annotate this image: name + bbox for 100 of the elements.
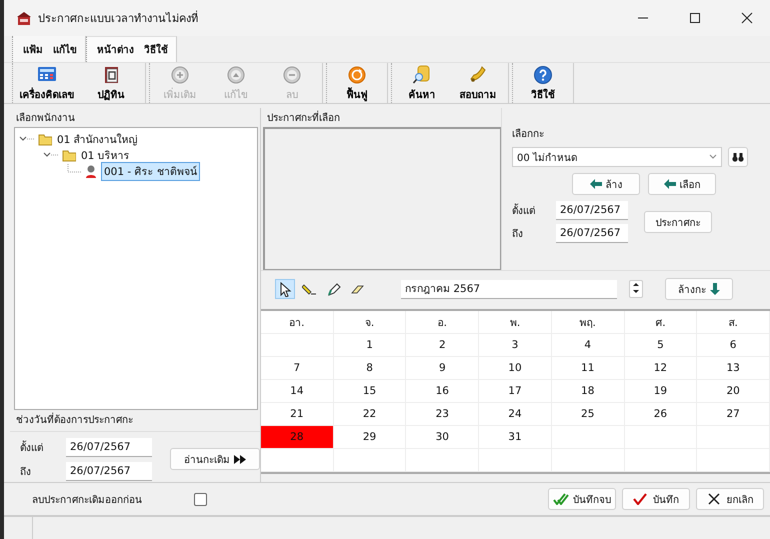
calendar-day[interactable]: 10 bbox=[479, 357, 552, 380]
field-label: ตั้งแต่ bbox=[20, 440, 44, 454]
panel-title: ประกาศกะที่เลือก bbox=[261, 108, 501, 127]
calendar-day[interactable]: 22 bbox=[334, 403, 406, 426]
tree-item[interactable]: 01 สำนักงานใหญ่ bbox=[55, 130, 140, 148]
date-field[interactable]: 26/07/2567 bbox=[66, 462, 152, 480]
help-icon bbox=[533, 64, 553, 84]
save-close-button[interactable]: บันทึกจบ bbox=[548, 488, 616, 510]
calendar-day[interactable]: 27 bbox=[697, 403, 770, 426]
tree-item[interactable]: 01 บริหาร bbox=[79, 146, 132, 164]
calendar-day[interactable]: 15 bbox=[334, 380, 406, 403]
folder-icon bbox=[62, 148, 76, 162]
weekday-header: ส. bbox=[697, 311, 770, 334]
calendar-day[interactable]: 29 bbox=[334, 426, 406, 449]
clear-button[interactable]: ล้าง bbox=[572, 173, 640, 195]
search-icon bbox=[412, 64, 432, 84]
binoculars-icon bbox=[732, 152, 744, 162]
check-icon bbox=[633, 493, 649, 505]
date-field[interactable]: 26/07/2567 bbox=[556, 224, 628, 243]
plus-circle-icon bbox=[170, 64, 190, 84]
panel-title: เลือกพนักงาน bbox=[15, 112, 76, 126]
weekday-header: ศ. bbox=[624, 311, 698, 334]
menu-item[interactable]: วิธีใช้ bbox=[144, 42, 168, 57]
calendar-day[interactable]: 31 bbox=[479, 426, 552, 449]
chevron-down-icon[interactable] bbox=[19, 135, 35, 143]
calendar-day[interactable]: 18 bbox=[552, 380, 625, 403]
date-field[interactable]: 26/07/2567 bbox=[66, 438, 152, 456]
weekday-header: พ. bbox=[479, 311, 552, 334]
maximize-icon[interactable] bbox=[688, 12, 702, 24]
calendar-day[interactable]: 30 bbox=[406, 426, 480, 449]
toolbar-button[interactable]: เครื่องคิดเลข bbox=[15, 63, 79, 103]
calendar-day[interactable]: 6 bbox=[697, 334, 770, 357]
calendar-day[interactable]: 26 bbox=[624, 403, 698, 426]
calendar-day[interactable]: 23 bbox=[406, 403, 480, 426]
refresh-icon bbox=[347, 64, 367, 84]
calendar-day[interactable]: 9 bbox=[406, 357, 480, 380]
field-label: เลือกกะ bbox=[512, 128, 545, 141]
field-label: ถึง bbox=[20, 466, 32, 478]
shift-dropdown[interactable]: 00 ไม่กำหนด bbox=[512, 147, 722, 167]
calendar-day[interactable]: 8 bbox=[334, 357, 406, 380]
person-icon bbox=[84, 164, 98, 178]
calendar-day[interactable]: 16 bbox=[406, 380, 480, 403]
binoculars-button[interactable] bbox=[728, 147, 748, 167]
spin-button[interactable] bbox=[629, 280, 643, 298]
down-arrow-icon bbox=[710, 283, 720, 295]
calendar-day[interactable]: 1 bbox=[334, 334, 406, 357]
double-arrow-icon bbox=[234, 454, 246, 464]
pen-icon bbox=[326, 282, 340, 296]
calendar-day[interactable]: 17 bbox=[479, 380, 552, 403]
calendar-day[interactable]: 25 bbox=[552, 403, 625, 426]
calendar-day[interactable]: 11 bbox=[552, 357, 625, 380]
calendar-day[interactable]: 19 bbox=[624, 380, 698, 403]
calendar-day[interactable]: 7 bbox=[261, 357, 334, 380]
up-down-icon bbox=[632, 282, 640, 294]
calendar-day[interactable]: 5 bbox=[624, 334, 698, 357]
folder-icon bbox=[38, 132, 52, 146]
calendar-day[interactable]: 2 bbox=[406, 334, 480, 357]
close-icon[interactable] bbox=[740, 12, 754, 24]
month-field[interactable]: กรกฎาคม 2567 bbox=[401, 280, 617, 298]
menu-item[interactable]: หน้าต่าง bbox=[97, 42, 134, 57]
weekday-header: อา. bbox=[261, 311, 334, 334]
calendar-day[interactable]: 13 bbox=[697, 357, 770, 380]
group-title: ช่วงวันที่ต้องการประกาศกะ bbox=[10, 410, 260, 429]
menu-item[interactable]: แก้ไข bbox=[53, 42, 77, 56]
left-arrow-icon bbox=[590, 179, 602, 189]
save-button[interactable]: บันทึก bbox=[622, 488, 690, 510]
marker-icon bbox=[302, 282, 316, 296]
select-button[interactable]: เลือก bbox=[648, 173, 716, 195]
toolbar-button[interactable]: ค้นหา bbox=[394, 63, 450, 103]
checkbox-label: ลบประกาศกะเดิมออกก่อน bbox=[32, 494, 143, 506]
calendar-day[interactable]: 4 bbox=[552, 334, 625, 357]
calendar-day[interactable]: 24 bbox=[479, 403, 552, 426]
calendar-day[interactable]: 12 bbox=[624, 357, 698, 380]
calendar-day[interactable]: 20 bbox=[697, 380, 770, 403]
checkbox[interactable] bbox=[194, 492, 207, 506]
tool-button[interactable] bbox=[275, 279, 295, 299]
clear-shifts-button[interactable]: ล้างกะ bbox=[665, 278, 733, 300]
close-icon bbox=[706, 493, 722, 505]
chevron-down-icon[interactable] bbox=[43, 151, 59, 159]
toolbar-button[interactable]: ปฏิทิน bbox=[79, 63, 143, 103]
weekday-header: อ. bbox=[406, 311, 480, 334]
chevron-down-icon bbox=[709, 154, 717, 160]
tree-item[interactable]: 001 - ศิระ ชาติพจน์ bbox=[101, 162, 200, 180]
toolbar-button[interactable]: สอบถาม bbox=[450, 63, 506, 103]
menu-item[interactable]: แฟ้ม bbox=[23, 42, 43, 56]
window-title: ประกาศกะแบบเวลาทำงานไม่คงที่ bbox=[38, 10, 199, 27]
calendar-day[interactable]: 14 bbox=[261, 380, 334, 403]
toolbar-button[interactable]: ฟื้นฟู bbox=[329, 63, 385, 103]
read-shifts-button[interactable]: อ่านกะเดิม bbox=[170, 448, 260, 470]
double-check-icon bbox=[553, 493, 569, 505]
date-field[interactable]: 26/07/2567 bbox=[556, 201, 628, 220]
minus-circle-icon bbox=[282, 64, 302, 84]
cancel-button[interactable]: ยกเลิก bbox=[696, 488, 764, 510]
assign-shift-button[interactable]: ประกาศกะ bbox=[644, 211, 712, 233]
weekday-header: พฤ. bbox=[552, 311, 625, 334]
field-label: ตั้งแต่ bbox=[512, 203, 556, 218]
toolbar-button[interactable]: วิธีใช้ bbox=[515, 63, 571, 103]
calendar-day[interactable]: 3 bbox=[479, 334, 552, 357]
field-label: ถึง bbox=[512, 228, 524, 241]
calendar-day[interactable]: 28 bbox=[261, 426, 334, 449]
